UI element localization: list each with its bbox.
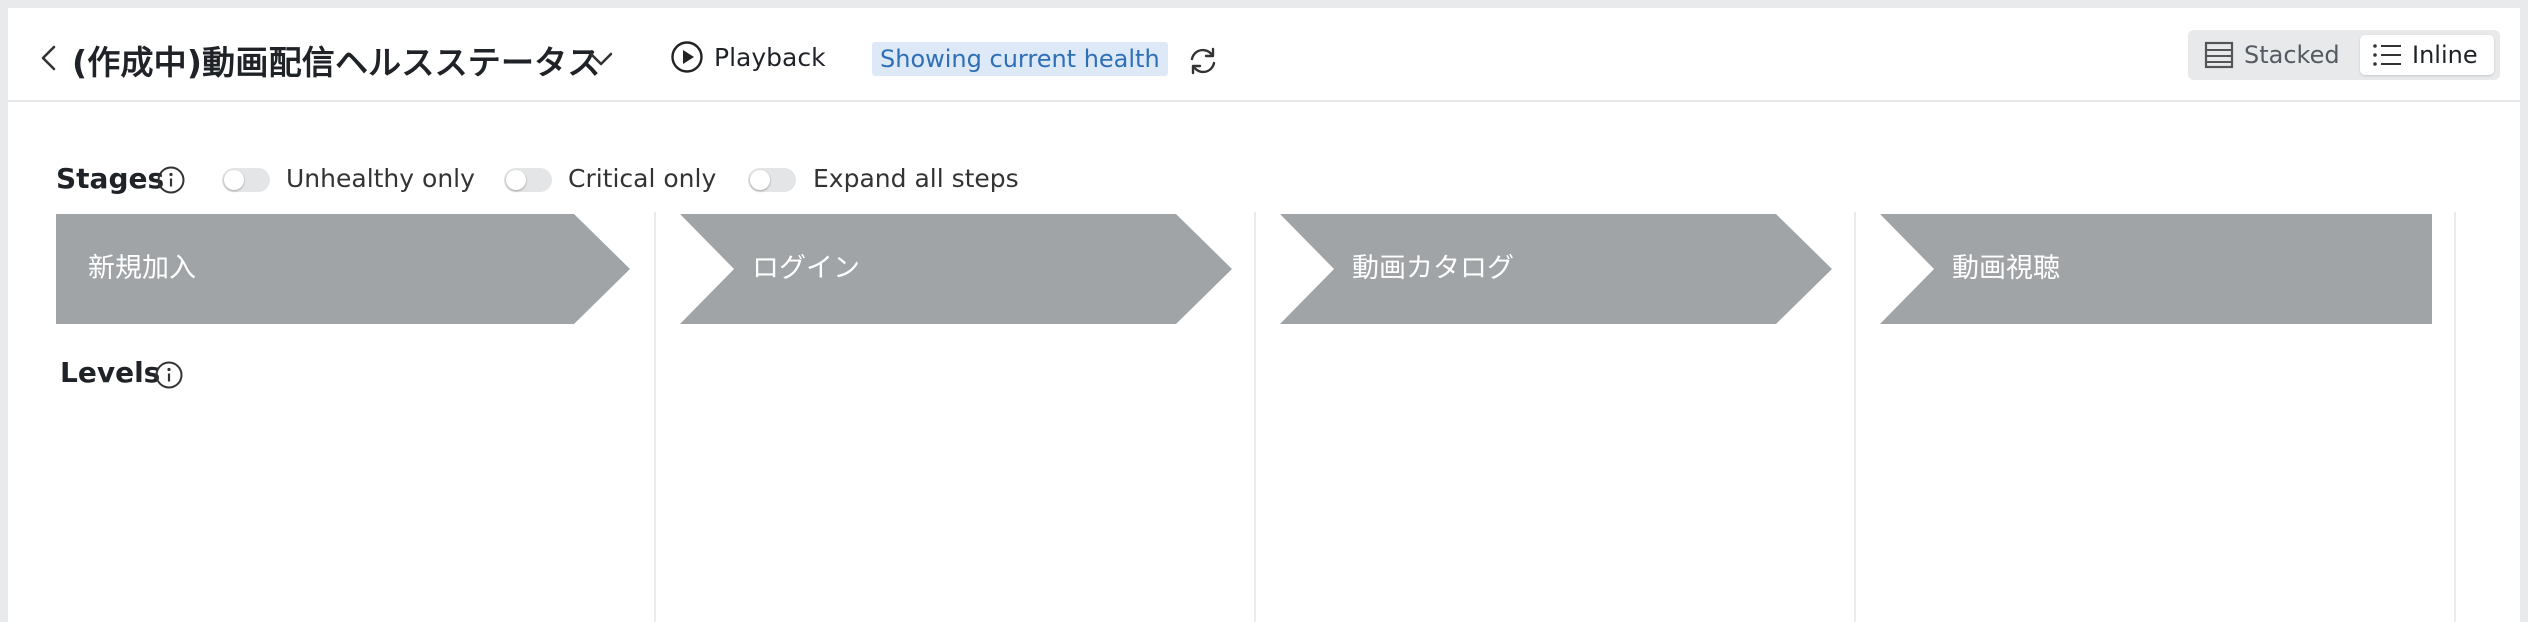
stage-chevron[interactable]: 動画カタログ bbox=[1280, 214, 1858, 324]
play-circle-icon bbox=[671, 41, 703, 73]
stage-label: 動画視聴 bbox=[1952, 253, 2060, 284]
stage-chevron[interactable]: ログイン bbox=[680, 214, 1258, 324]
top-bar: (作成中)動画配信ヘルスステータス Playback Showing curre… bbox=[8, 8, 2520, 102]
expand-all-steps-toggle[interactable] bbox=[748, 168, 796, 192]
back-chevron-icon[interactable] bbox=[38, 44, 60, 72]
unhealthy-only-label: Unhealthy only bbox=[286, 164, 475, 193]
chevron-down-icon[interactable] bbox=[586, 48, 616, 70]
levels-label: Levels bbox=[60, 356, 161, 389]
info-icon[interactable] bbox=[154, 360, 184, 390]
stacked-list-icon bbox=[2204, 41, 2234, 69]
inline-label: Inline bbox=[2412, 41, 2478, 69]
health-status-badge: Showing current health bbox=[872, 42, 1168, 76]
stages-controls: Stages Unhealthy only Critical only Expa… bbox=[8, 158, 1108, 198]
app-frame: (作成中)動画配信ヘルスステータス Playback Showing curre… bbox=[8, 8, 2520, 622]
unhealthy-only-toggle[interactable] bbox=[222, 168, 270, 192]
stage-label: ログイン bbox=[752, 253, 860, 284]
view-mode-toggle: Stacked Inline bbox=[2188, 30, 2500, 80]
inline-list-icon bbox=[2373, 44, 2401, 66]
playback-label: Playback bbox=[714, 42, 826, 72]
column-divider bbox=[2454, 212, 2456, 622]
stages-label: Stages bbox=[56, 162, 165, 195]
refresh-icon[interactable] bbox=[1186, 44, 1220, 78]
stage-chevron[interactable]: 新規加入 bbox=[56, 214, 632, 324]
playback-button[interactable]: Playback bbox=[670, 38, 826, 76]
expand-all-steps-label: Expand all steps bbox=[813, 164, 1019, 193]
critical-only-label: Critical only bbox=[568, 164, 717, 193]
stage-label: 新規加入 bbox=[88, 253, 196, 284]
critical-only-toggle[interactable] bbox=[504, 168, 552, 192]
stage-label: 動画カタログ bbox=[1352, 253, 1514, 284]
column-divider bbox=[654, 212, 656, 622]
inline-view-button[interactable]: Inline bbox=[2360, 35, 2494, 75]
stacked-view-button[interactable]: Stacked bbox=[2194, 35, 2358, 75]
page-title: (作成中)動画配信ヘルスステータス bbox=[72, 43, 601, 82]
stacked-label: Stacked bbox=[2244, 41, 2340, 69]
info-icon[interactable] bbox=[156, 165, 186, 195]
stage-chevron[interactable]: 動画視聴 bbox=[1880, 214, 2440, 324]
